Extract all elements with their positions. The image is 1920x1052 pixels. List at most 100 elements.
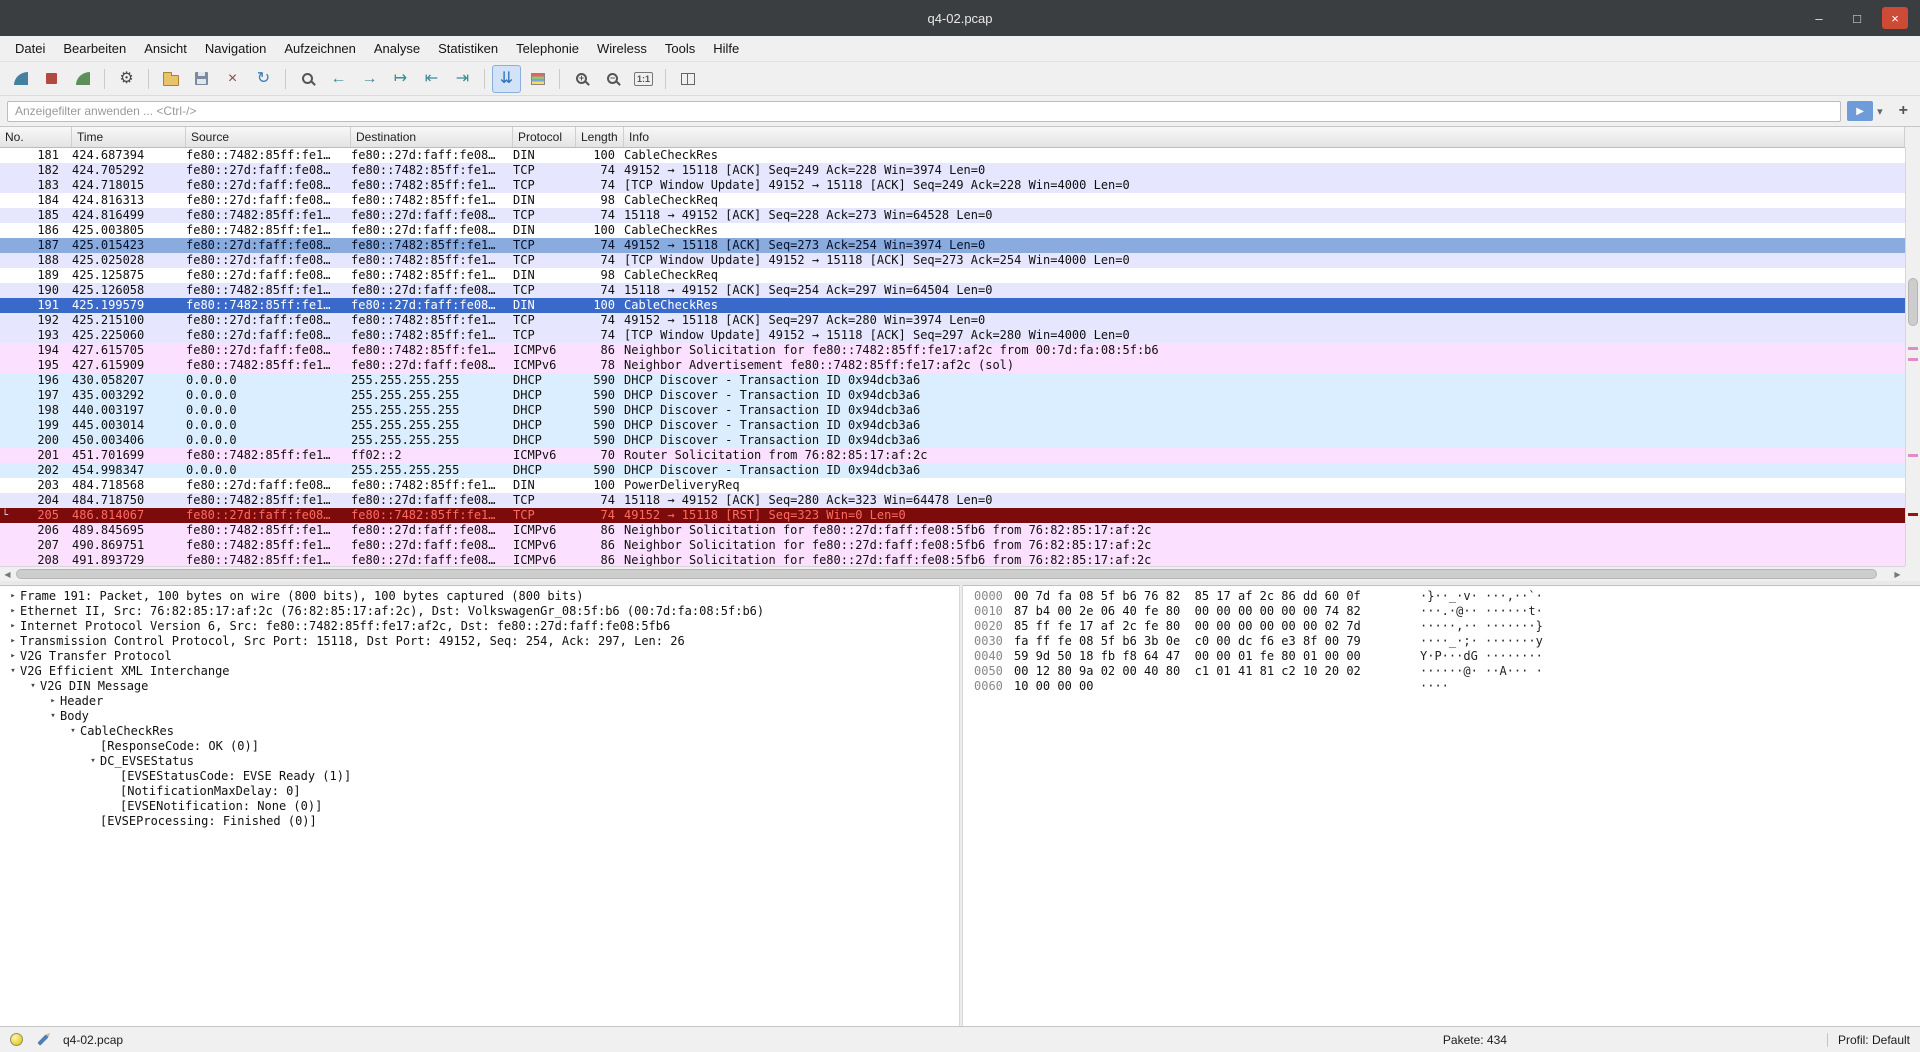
tree-row[interactable]: ▾V2G DIN Message	[0, 679, 959, 694]
vscrollbar-handle[interactable]	[1908, 278, 1918, 326]
zoom-out-button[interactable]: −	[598, 65, 627, 93]
hex-row[interactable]: 006010 00 00 00····	[974, 679, 1920, 694]
tree-row[interactable]: ▸V2G Transfer Protocol	[0, 649, 959, 664]
resize-columns-button[interactable]	[673, 65, 702, 93]
tree-row[interactable]: [EVSEProcessing: Finished (0)]	[0, 814, 959, 829]
first-packet-button[interactable]: ⇤	[417, 65, 446, 93]
save-file-button[interactable]	[187, 65, 216, 93]
packet-row[interactable]: 190425.126058fe80::7482:85ff:fe1…fe80::2…	[0, 283, 1905, 298]
colorize-button[interactable]	[523, 65, 552, 93]
tree-row[interactable]: ▾CableCheckRes	[0, 724, 959, 739]
tree-row[interactable]: [ResponseCode: OK (0)]	[0, 739, 959, 754]
tree-toggle-icon[interactable]: ▸	[46, 694, 60, 709]
hex-row[interactable]: 001087 b4 00 2e 06 40 fe 80 00 00 00 00 …	[974, 604, 1920, 619]
packet-row[interactable]: 195427.615909fe80::7482:85ff:fe1…fe80::2…	[0, 358, 1905, 373]
go-forward-button[interactable]: →	[355, 65, 384, 93]
display-filter-input[interactable]	[7, 101, 1841, 122]
packet-row[interactable]: 181424.687394fe80::7482:85ff:fe1…fe80::2…	[0, 148, 1905, 163]
capture-options-button[interactable]: ⚙	[112, 65, 141, 93]
tree-toggle-icon[interactable]: ▾	[66, 724, 80, 739]
packet-row[interactable]: 196430.0582070.0.0.0255.255.255.255DHCP5…	[0, 373, 1905, 388]
packet-row[interactable]: 191425.199579fe80::7482:85ff:fe1…fe80::2…	[0, 298, 1905, 313]
hex-row[interactable]: 004059 9d 50 18 fb f8 64 47 00 00 01 fe …	[974, 649, 1920, 664]
packet-row[interactable]: 204484.718750fe80::7482:85ff:fe1…fe80::2…	[0, 493, 1905, 508]
stop-capture-button[interactable]	[37, 65, 66, 93]
packet-row[interactable]: 203484.718568fe80::27d:faff:fe08…fe80::7…	[0, 478, 1905, 493]
column-header-info[interactable]: Info	[624, 127, 1905, 147]
packet-row[interactable]: 207490.869751fe80::7482:85ff:fe1…fe80::2…	[0, 538, 1905, 553]
last-packet-button[interactable]: ⇥	[448, 65, 477, 93]
apply-filter-button[interactable]: ▶	[1847, 101, 1873, 121]
tree-toggle-icon[interactable]: ▾	[6, 664, 20, 679]
packet-row[interactable]: 182424.705292fe80::27d:faff:fe08…fe80::7…	[0, 163, 1905, 178]
hscrollbar-handle[interactable]	[16, 569, 1877, 579]
open-file-button[interactable]	[156, 65, 185, 93]
packet-row[interactable]: 193425.225060fe80::27d:faff:fe08…fe80::7…	[0, 328, 1905, 343]
hex-row[interactable]: 0030fa ff fe 08 5f b6 3b 0e c0 00 dc f6 …	[974, 634, 1920, 649]
column-header-dst[interactable]: Destination	[351, 127, 513, 147]
packet-row[interactable]: └205486.814067fe80::27d:faff:fe08…fe80::…	[0, 508, 1905, 523]
tree-row[interactable]: [NotificationMaxDelay: 0]	[0, 784, 959, 799]
menu-hilfe[interactable]: Hilfe	[704, 38, 748, 59]
packet-row[interactable]: 194427.615705fe80::27d:faff:fe08…fe80::7…	[0, 343, 1905, 358]
expert-info-icon[interactable]	[10, 1033, 23, 1046]
packet-row[interactable]: 188425.025028fe80::27d:faff:fe08…fe80::7…	[0, 253, 1905, 268]
packet-row[interactable]: 186425.003805fe80::7482:85ff:fe1…fe80::2…	[0, 223, 1905, 238]
tree-row[interactable]: ▸Header	[0, 694, 959, 709]
tree-toggle-icon[interactable]: ▸	[6, 649, 20, 664]
tree-toggle-icon[interactable]: ▸	[6, 604, 20, 619]
zoom-original-button[interactable]: 1:1	[629, 65, 658, 93]
restart-capture-button[interactable]	[68, 65, 97, 93]
tree-row[interactable]: [EVSEStatusCode: EVSE Ready (1)]	[0, 769, 959, 784]
column-header-proto[interactable]: Protocol	[513, 127, 576, 147]
capture-comment-icon[interactable]	[37, 1034, 48, 1045]
tree-row[interactable]: ▾Body	[0, 709, 959, 724]
maximize-button[interactable]: □	[1844, 7, 1870, 29]
tree-toggle-icon[interactable]: ▸	[6, 634, 20, 649]
menu-wireless[interactable]: Wireless	[588, 38, 656, 59]
packet-row[interactable]: 200450.0034060.0.0.0255.255.255.255DHCP5…	[0, 433, 1905, 448]
packet-row[interactable]: 202454.9983470.0.0.0255.255.255.255DHCP5…	[0, 463, 1905, 478]
packet-row[interactable]: 183424.718015fe80::27d:faff:fe08…fe80::7…	[0, 178, 1905, 193]
tree-row[interactable]: ▸Ethernet II, Src: 76:82:85:17:af:2c (76…	[0, 604, 959, 619]
tree-toggle-icon[interactable]: ▾	[86, 754, 100, 769]
tree-row[interactable]: ▸Internet Protocol Version 6, Src: fe80:…	[0, 619, 959, 634]
find-packet-button[interactable]	[293, 65, 322, 93]
packet-row[interactable]: 192425.215100fe80::27d:faff:fe08…fe80::7…	[0, 313, 1905, 328]
menu-aufzeichnen[interactable]: Aufzeichnen	[275, 38, 365, 59]
menu-analyse[interactable]: Analyse	[365, 38, 429, 59]
packet-row[interactable]: 199445.0030140.0.0.0255.255.255.255DHCP5…	[0, 418, 1905, 433]
packet-list-hscrollbar[interactable]: ◀ ▶	[0, 566, 1905, 581]
hex-row[interactable]: 005000 12 80 9a 02 00 40 80 c1 01 41 81 …	[974, 664, 1920, 679]
packet-row[interactable]: 184424.816313fe80::27d:faff:fe08…fe80::7…	[0, 193, 1905, 208]
tree-row[interactable]: ▸Transmission Control Protocol, Src Port…	[0, 634, 959, 649]
close-file-button[interactable]: ×	[218, 65, 247, 93]
hscroll-left-arrow-icon[interactable]: ◀	[0, 567, 15, 581]
tree-toggle-icon[interactable]: ▸	[6, 589, 20, 604]
packet-row[interactable]: 206489.845695fe80::7482:85ff:fe1…fe80::2…	[0, 523, 1905, 538]
column-header-time[interactable]: Time	[72, 127, 186, 147]
hscroll-right-arrow-icon[interactable]: ▶	[1890, 567, 1905, 581]
tree-row[interactable]: ▾V2G Efficient XML Interchange	[0, 664, 959, 679]
zoom-in-button[interactable]: +	[567, 65, 596, 93]
packet-row[interactable]: 208491.893729fe80::7482:85ff:fe1…fe80::2…	[0, 553, 1905, 566]
menu-ansicht[interactable]: Ansicht	[135, 38, 196, 59]
packet-row[interactable]: 187425.015423fe80::27d:faff:fe08…fe80::7…	[0, 238, 1905, 253]
menu-bearbeiten[interactable]: Bearbeiten	[54, 38, 135, 59]
go-back-button[interactable]: ←	[324, 65, 353, 93]
packet-row[interactable]: 189425.125875fe80::27d:faff:fe08…fe80::7…	[0, 268, 1905, 283]
hex-row[interactable]: 000000 7d fa 08 5f b6 76 82 85 17 af 2c …	[974, 589, 1920, 604]
hex-row[interactable]: 002085 ff fe 17 af 2c fe 80 00 00 00 00 …	[974, 619, 1920, 634]
add-filter-button[interactable]: +	[1894, 102, 1913, 120]
filter-history-chevron-icon[interactable]: ▾	[1877, 105, 1883, 118]
menu-tools[interactable]: Tools	[656, 38, 704, 59]
start-capture-button[interactable]	[6, 65, 35, 93]
tree-toggle-icon[interactable]: ▾	[46, 709, 60, 724]
tree-toggle-icon[interactable]: ▾	[26, 679, 40, 694]
status-profile[interactable]: Profil: Default	[1827, 1033, 1910, 1047]
tree-row[interactable]: ▾DC_EVSEStatus	[0, 754, 959, 769]
packet-row[interactable]: 197435.0032920.0.0.0255.255.255.255DHCP5…	[0, 388, 1905, 403]
column-header-src[interactable]: Source	[186, 127, 351, 147]
packet-row[interactable]: 201451.701699fe80::7482:85ff:fe1…ff02::2…	[0, 448, 1905, 463]
column-header-no[interactable]: No.	[0, 127, 72, 147]
